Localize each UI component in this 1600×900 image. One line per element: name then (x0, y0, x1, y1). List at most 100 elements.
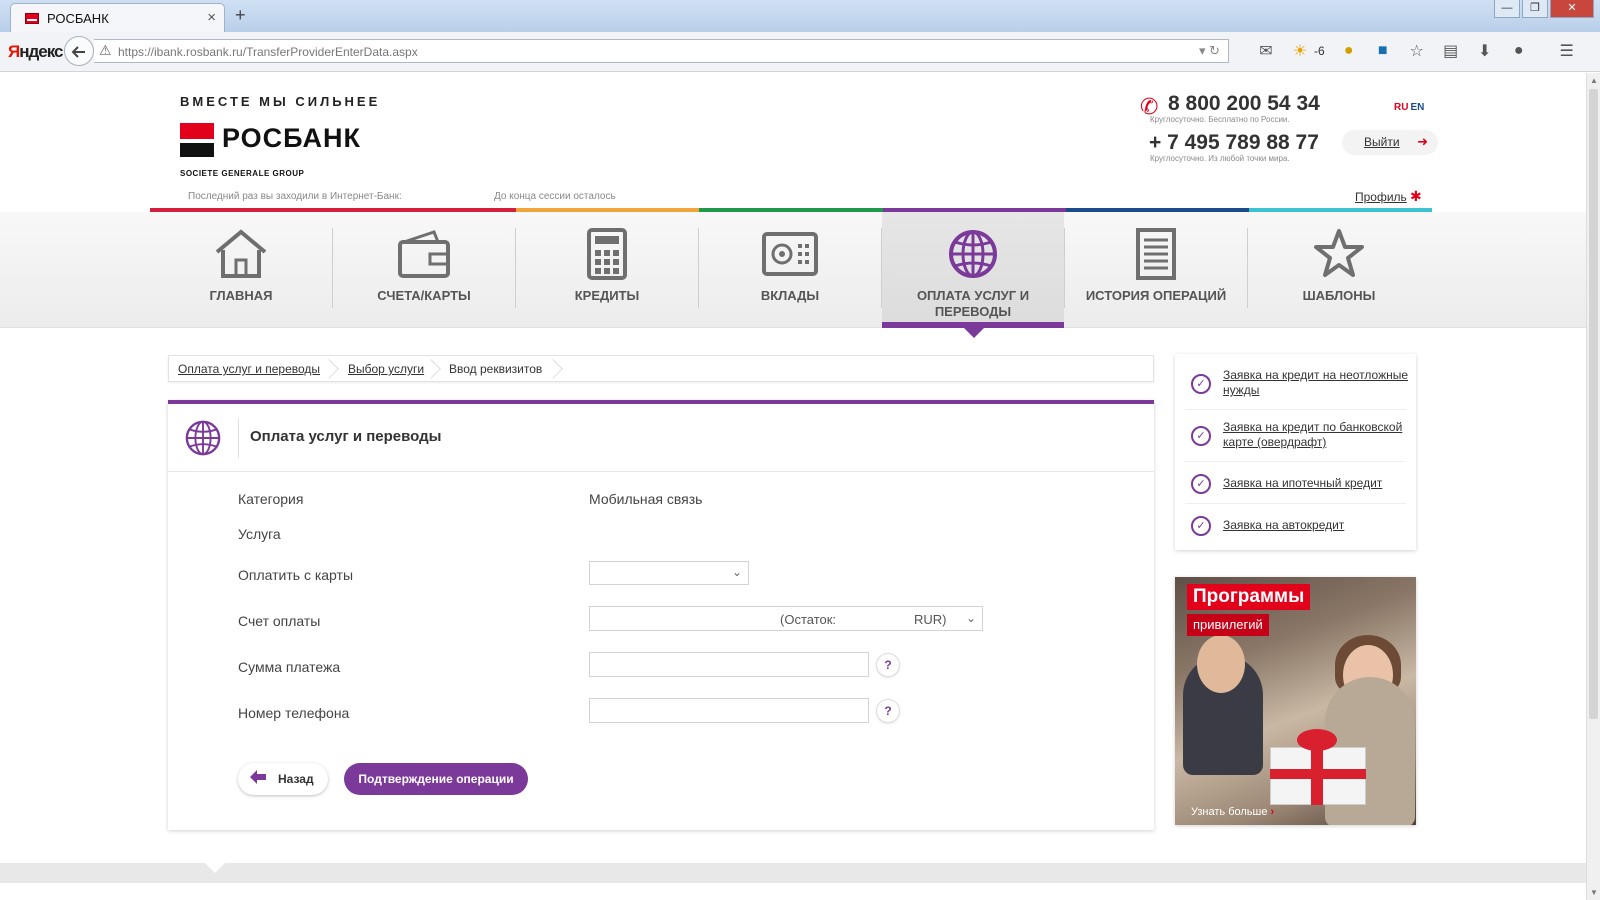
menu-item-payments[interactable]: ОПЛАТА УСЛУГ И ПЕРЕВОДЫ (882, 212, 1064, 338)
sidebar-item[interactable]: ✓ Заявка на ипотечный кредит (1185, 466, 1406, 504)
bookmark-extension-icon[interactable]: ■ (1373, 42, 1393, 60)
calculator-icon (587, 228, 627, 280)
address-bar[interactable]: ⚠ https://ibank.rosbank.ru/TransferProvi… (94, 39, 1229, 63)
maximize-button[interactable]: ❐ (1522, 0, 1548, 18)
rosbank-favicon-icon (25, 13, 39, 24)
breadcrumb-service[interactable]: Выбор услуги (348, 362, 424, 376)
phone-label: Номер телефона (238, 705, 350, 721)
sidebar-link[interactable]: Заявка на кредит по банковской карте (ов… (1223, 420, 1411, 450)
menu-icon[interactable]: ☰ (1557, 41, 1577, 61)
privileges-promo-banner[interactable]: Программы привилегий Узнать больше › (1175, 577, 1416, 825)
chevron-down-icon: ⌄ (965, 611, 976, 625)
session-timer-text: До конца сессии осталось (494, 191, 616, 202)
lang-en[interactable]: EN (1410, 102, 1424, 113)
promo-subtitle: привилегий (1193, 617, 1263, 632)
breadcrumb-separator (553, 356, 563, 381)
house-icon (215, 229, 267, 278)
close-window-button[interactable]: ✕ (1550, 0, 1594, 18)
check-circle-icon: ✓ (1191, 474, 1211, 494)
chat-icon[interactable]: ● (1509, 42, 1529, 60)
phone-number-world: + 7 495 789 88 77 (1149, 131, 1319, 154)
check-circle-icon: ✓ (1191, 426, 1211, 446)
account-currency: RUR) (914, 612, 947, 627)
active-tab-caret (964, 328, 984, 338)
menu-label: ВКЛАДЫ (760, 288, 820, 303)
scroll-thumb[interactable] (1589, 89, 1598, 719)
minimize-button[interactable]: — (1494, 0, 1520, 18)
confirm-operation-button[interactable]: Подтверждение операции (344, 763, 528, 795)
language-switch: RU EN (1394, 102, 1424, 113)
mail-icon[interactable]: ✉ (1256, 41, 1276, 61)
globe-icon (185, 420, 221, 456)
menu-label: КРЕДИТЫ (574, 288, 640, 303)
tab-close-icon[interactable]: × (207, 9, 216, 26)
gear-icon[interactable]: ✱ (1410, 188, 1422, 205)
chevron-down-icon: ⌄ (731, 565, 742, 579)
download-icon[interactable]: ⬇ (1475, 41, 1495, 61)
card-select[interactable]: ⌄ (589, 561, 749, 585)
star-icon[interactable]: ☆ (1407, 41, 1427, 61)
safe-icon (762, 232, 818, 276)
browser-tab-bar: РОСБАНК × + — ❐ ✕ (0, 0, 1600, 32)
menu-label: ШАБЛОНЫ (1302, 288, 1376, 303)
phone-input[interactable] (589, 698, 869, 723)
sidebar-item[interactable]: ✓ Заявка на автокредит (1185, 508, 1406, 546)
menu-item-history[interactable]: ИСТОРИЯ ОПЕРАЦИЙ (1065, 212, 1247, 328)
gift-ribbon (1270, 769, 1366, 779)
extension-icon[interactable]: ● (1339, 42, 1359, 60)
browser-nav-bar: Яндекс ⚠ https://ibank.rosbank.ru/Transf… (0, 32, 1600, 72)
browser-tab[interactable]: РОСБАНК × (10, 3, 225, 32)
weather-temp: -6 (1314, 44, 1325, 58)
amount-input[interactable] (589, 652, 869, 677)
menu-item-accounts[interactable]: СЧЕТА/КАРТЫ (333, 212, 515, 328)
account-select[interactable]: (Остаток: RUR) ⌄ (589, 606, 983, 631)
menu-item-credits[interactable]: КРЕДИТЫ (516, 212, 698, 328)
scroll-down-icon[interactable]: ▼ (1590, 888, 1598, 897)
lang-ru[interactable]: RU (1394, 102, 1408, 113)
reading-list-icon[interactable]: ▤ (1441, 41, 1461, 61)
url-text[interactable]: https://ibank.rosbank.ru/TransferProvide… (118, 45, 418, 59)
chevron-right-icon: › (1270, 806, 1275, 818)
security-warning-icon[interactable]: ⚠ (99, 42, 112, 59)
breadcrumb-separator (329, 356, 339, 381)
sidebar-link[interactable]: Заявка на ипотечный кредит (1223, 476, 1411, 491)
phone-help-icon[interactable]: ? (876, 699, 900, 723)
arrow-left-icon (71, 46, 85, 58)
rosbank-logo-icon[interactable] (180, 123, 214, 157)
account-balance-label: (Остаток: (780, 612, 837, 627)
learn-more-link[interactable]: Узнать больше › (1191, 806, 1274, 818)
sidebar-link[interactable]: Заявка на кредит на неотложные нужды (1223, 368, 1411, 398)
reload-icon[interactable]: ▾ ↻ (1199, 43, 1220, 59)
weather-icon[interactable]: ☀ (1290, 41, 1310, 61)
sidebar-link[interactable]: Заявка на автокредит (1223, 518, 1411, 533)
panel-header-divider (238, 418, 239, 458)
promo-title: Программы (1193, 586, 1305, 607)
menu-label: СЧЕТА/КАРТЫ (377, 288, 471, 303)
browser-toolbar: ✉ ☀ -6 ● ■ ☆ ▤ ⬇ ● ☰ (1256, 41, 1577, 61)
wallet-icon (398, 230, 450, 278)
breadcrumb: Оплата услуг и переводы Выбор услуги Вво… (168, 355, 1154, 382)
logo-name[interactable]: РОСБАНК (222, 123, 361, 154)
yandex-logo[interactable]: Яндекс (8, 42, 63, 62)
breadcrumb-payments[interactable]: Оплата услуг и переводы (178, 362, 320, 376)
back-button[interactable]: Назад (238, 763, 328, 795)
menu-item-templates[interactable]: ШАБЛОНЫ (1248, 212, 1430, 328)
star-icon (1314, 229, 1364, 277)
amount-label: Сумма платежа (238, 659, 341, 675)
amount-help-icon[interactable]: ? (876, 653, 900, 677)
new-tab-button[interactable]: + (235, 5, 246, 26)
arrow-left-icon (250, 770, 266, 784)
scroll-up-icon[interactable]: ▲ (1590, 76, 1598, 85)
page-scrollbar[interactable]: ▲ ▼ (1586, 73, 1600, 900)
back-button[interactable] (64, 36, 94, 66)
panel-header: Оплата услуг и переводы (168, 404, 1154, 472)
profile-link[interactable]: Профиль (1355, 190, 1407, 204)
sidebar-item[interactable]: ✓ Заявка на кредит по банковской карте (… (1185, 416, 1406, 462)
logout-button[interactable]: Выйти ➜ (1342, 130, 1438, 155)
menu-item-home[interactable]: ГЛАВНАЯ (150, 212, 332, 328)
menu-item-deposits[interactable]: ВКЛАДЫ (699, 212, 881, 328)
category-value: Мобильная связь (589, 491, 703, 507)
sidebar-item[interactable]: ✓ Заявка на кредит на неотложные нужды (1185, 364, 1408, 410)
phone-world-note: Круглосуточно. Из любой точки мира. (1150, 154, 1290, 163)
card-label: Оплатить с карты (238, 567, 354, 583)
